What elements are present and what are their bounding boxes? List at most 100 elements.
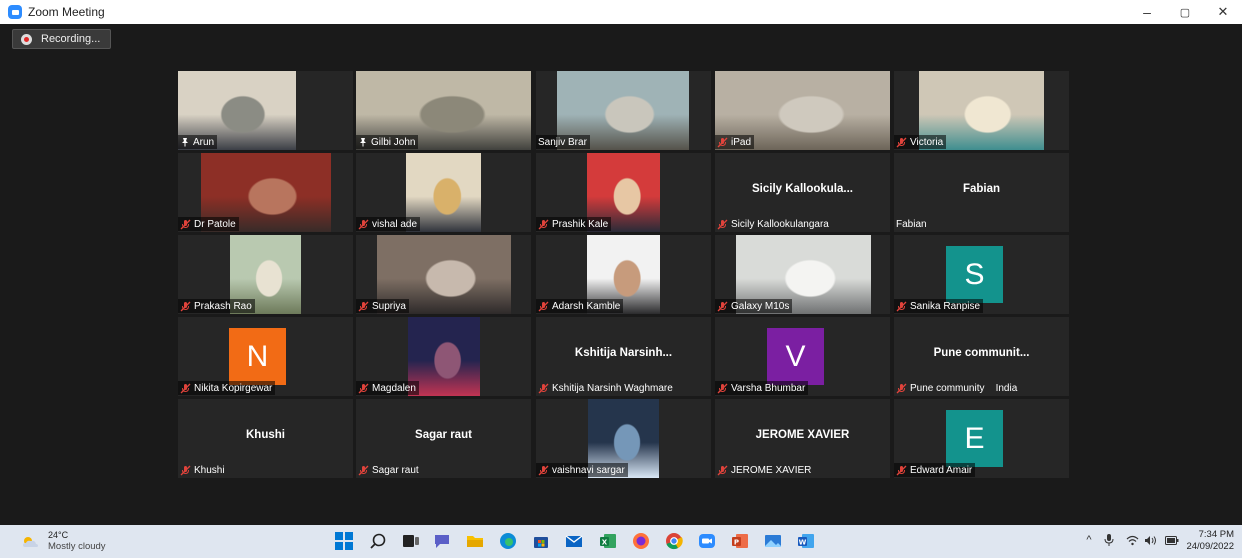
participant-display-name: JEROME XAVIER: [755, 429, 850, 441]
participant-tile[interactable]: Dr Patole: [178, 153, 353, 232]
participant-name: Nikita Kopirgewar: [194, 382, 273, 394]
windows-logo-icon: [335, 532, 353, 550]
recording-indicator[interactable]: Recording...: [12, 29, 112, 49]
task-view-button[interactable]: [401, 531, 421, 551]
participant-display-name: Khushi: [246, 429, 285, 441]
firefox-icon: [633, 533, 649, 549]
recording-label: Recording...: [41, 33, 101, 45]
participant-tile[interactable]: Prakash Rao: [178, 235, 353, 314]
mic-tray-icon[interactable]: [1102, 533, 1116, 547]
powerpoint-button[interactable]: P: [730, 531, 750, 551]
clock-time: 7:34 PM: [1198, 529, 1234, 540]
participant-display-name: Kshitija Narsinh...: [574, 347, 673, 359]
name-tag: Galaxy M10s: [715, 299, 793, 313]
name-tag: Varsha Bhumbar: [715, 381, 809, 395]
participant-tile[interactable]: Kshitija Narsinh... Kshitija Narsinh Wagh…: [536, 317, 711, 396]
firefox-button[interactable]: [631, 531, 651, 551]
photos-button[interactable]: [763, 531, 783, 551]
participant-tile[interactable]: V Varsha Bhumbar: [715, 317, 890, 396]
participant-tile[interactable]: E Edward Amair: [894, 399, 1069, 478]
mail-button[interactable]: [564, 531, 584, 551]
participant-tile[interactable]: Sagar raut Sagar raut: [356, 399, 531, 478]
participant-name: Fabian: [896, 218, 927, 230]
store-button[interactable]: [531, 531, 551, 551]
mic-muted-icon: [538, 383, 549, 393]
participant-name: Arun: [193, 136, 215, 148]
name-tag: Khushi: [178, 463, 228, 477]
participant-tile[interactable]: iPad: [715, 71, 890, 150]
participant-tile[interactable]: Fabian Fabian: [894, 153, 1069, 232]
participant-tile[interactable]: Prashik Kale: [536, 153, 711, 232]
edge-icon: [500, 533, 516, 549]
mic-muted-icon: [896, 137, 907, 147]
participant-tile[interactable]: Gilbi John: [356, 71, 531, 150]
chat-icon: [435, 535, 449, 548]
name-tag: Sicily Kallookulangara: [715, 217, 832, 231]
participant-tile[interactable]: Victoria: [894, 71, 1069, 150]
participant-tile[interactable]: Khushi Khushi: [178, 399, 353, 478]
participant-name: iPad: [731, 136, 752, 148]
mic-muted-icon: [180, 219, 191, 229]
name-tag: Sanjiv Brar: [536, 135, 590, 149]
participant-tile[interactable]: Supriya: [356, 235, 531, 314]
name-tag: Pune community India: [894, 381, 1020, 395]
svg-text:X: X: [602, 539, 608, 547]
participant-tile[interactable]: Sicily Kallookula... Sicily Kallookulanga…: [715, 153, 890, 232]
taskbar: 24°C Mostly cloudy X P W ^ 7:34 PM 24/09…: [0, 525, 1242, 558]
participant-tile[interactable]: S Sanika Ranpise: [894, 235, 1069, 314]
search-button[interactable]: [368, 531, 388, 551]
excel-button[interactable]: X: [598, 531, 618, 551]
powerpoint-icon: P: [732, 534, 748, 548]
close-button[interactable]: ✕: [1204, 0, 1242, 24]
participant-name: Sanjiv Brar: [538, 136, 587, 148]
mic-muted-icon: [717, 219, 728, 229]
avatar: E: [946, 410, 1003, 467]
chrome-button[interactable]: [664, 531, 684, 551]
participant-name: Supriya: [372, 300, 406, 312]
mic-muted-icon: [538, 465, 549, 475]
name-tag: Arun: [178, 135, 218, 149]
edge-button[interactable]: [498, 531, 518, 551]
mic-muted-icon: [896, 383, 907, 393]
word-button[interactable]: W: [796, 531, 816, 551]
wifi-icon[interactable]: [1125, 533, 1139, 547]
mic-muted-icon: [538, 219, 549, 229]
zoom-button[interactable]: [697, 531, 717, 551]
participant-tile[interactable]: Magdalen: [356, 317, 531, 396]
chevron-up-icon[interactable]: ^: [1082, 533, 1096, 547]
name-tag: Dr Patole: [178, 217, 239, 231]
participant-tile[interactable]: vaishnavi sargar: [536, 399, 711, 478]
name-tag: JEROME XAVIER: [715, 463, 814, 477]
name-tag: Victoria: [894, 135, 947, 149]
participant-name: Edward Amair: [910, 464, 973, 476]
mic-muted-icon: [358, 219, 369, 229]
participant-tile[interactable]: Galaxy M10s: [715, 235, 890, 314]
teams-chat-button[interactable]: [432, 531, 452, 551]
battery-icon[interactable]: [1165, 533, 1179, 547]
participant-name: Sanika Ranpise: [910, 300, 981, 312]
mic-muted-icon: [717, 383, 728, 393]
participant-tile[interactable]: Sanjiv Brar: [536, 71, 711, 150]
participant-tile[interactable]: N Nikita Kopirgewar: [178, 317, 353, 396]
mic-muted-icon: [717, 137, 728, 147]
participant-display-name: Fabian: [962, 183, 1001, 195]
mic-muted-icon: [896, 301, 907, 311]
participant-tile[interactable]: Arun: [178, 71, 353, 150]
file-explorer-button[interactable]: [465, 531, 485, 551]
weather-condition: Mostly cloudy: [48, 541, 106, 552]
svg-text:W: W: [799, 539, 807, 547]
clock[interactable]: 7:34 PM 24/09/2022: [1186, 529, 1234, 553]
mic-muted-icon: [180, 383, 191, 393]
start-button[interactable]: [334, 531, 354, 551]
avatar: N: [229, 328, 286, 385]
participant-tile[interactable]: Adarsh Kamble: [536, 235, 711, 314]
volume-icon[interactable]: [1144, 533, 1158, 547]
participant-tile[interactable]: Pune communit... Pune community India: [894, 317, 1069, 396]
minimize-button[interactable]: –: [1128, 0, 1166, 24]
participant-tile[interactable]: vishal ade: [356, 153, 531, 232]
folder-icon: [467, 536, 483, 547]
name-tag: Fabian: [894, 217, 930, 231]
restore-button[interactable]: ▢: [1166, 0, 1204, 24]
participant-tile[interactable]: JEROME XAVIER JEROME XAVIER: [715, 399, 890, 478]
weather-widget[interactable]: 24°C Mostly cloudy: [20, 530, 106, 553]
